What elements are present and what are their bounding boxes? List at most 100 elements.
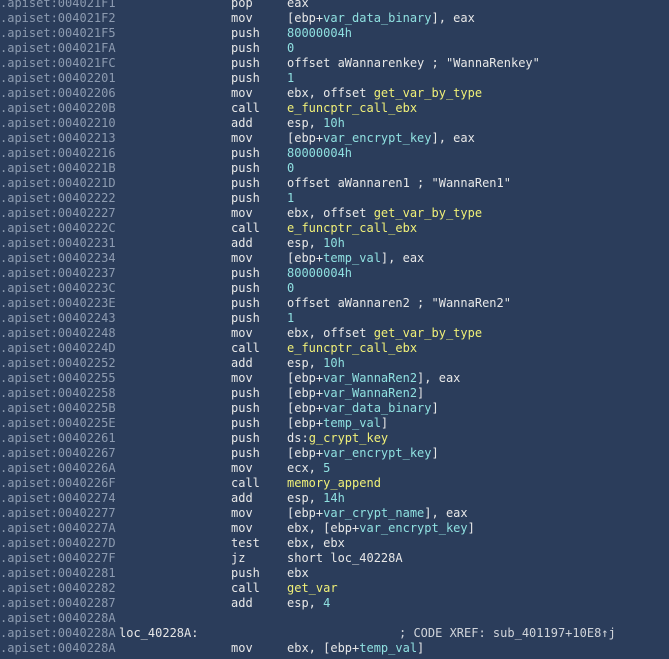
disasm-line[interactable]: .apiset:004021FA push 0 xyxy=(0,41,669,56)
variable-reference[interactable]: var_crypt_name xyxy=(323,506,424,520)
line-address[interactable]: .apiset:00402255 xyxy=(0,371,116,386)
disasm-line[interactable]: .apiset:004021F5 push 80000004h xyxy=(0,26,669,41)
instruction-mnemonic[interactable]: push xyxy=(231,161,260,176)
variable-reference[interactable]: var_data_binary xyxy=(323,11,431,25)
instruction-mnemonic[interactable]: add xyxy=(231,596,253,611)
instruction-operands[interactable]: eax xyxy=(287,0,309,11)
line-address[interactable]: .apiset:0040223C xyxy=(0,281,116,296)
instruction-operands[interactable]: e_funcptr_call_ebx xyxy=(287,101,417,116)
disasm-line[interactable]: .apiset:00402227 mov ebx, offset get_var_b… xyxy=(0,206,669,221)
disasm-line[interactable]: .apiset:00402267 push [ebp+var_encrypt_key… xyxy=(0,446,669,461)
variable-reference[interactable]: temp_val xyxy=(359,641,417,655)
instruction-mnemonic[interactable]: push xyxy=(231,41,260,56)
instruction-operands[interactable]: 80000004h xyxy=(287,26,352,41)
line-address[interactable]: .apiset:00402222 xyxy=(0,191,116,206)
instruction-operands[interactable]: esp, 4 xyxy=(287,596,330,611)
disasm-line[interactable]: .apiset:0040227F jz short loc_40228A xyxy=(0,551,669,566)
disasm-line[interactable]: .apiset:0040221B push 0 xyxy=(0,161,669,176)
xref-comment[interactable]: ; CODE XREF: sub_401197+10E8↑j xyxy=(399,626,616,641)
disasm-line[interactable]: .apiset:0040228A xyxy=(0,611,669,626)
disasm-line[interactable]: .apiset:004021FC push offset aWannarenkey … xyxy=(0,56,669,71)
variable-reference[interactable]: temp_val xyxy=(323,416,381,430)
line-address[interactable]: .apiset:004021F5 xyxy=(0,26,116,41)
instruction-mnemonic[interactable]: push xyxy=(231,566,260,581)
instruction-operands[interactable]: esp, 10h xyxy=(287,236,345,251)
instruction-operands[interactable]: ebx, [ebp+temp_val] xyxy=(287,641,424,655)
instruction-operands[interactable]: [ebp+var_data_binary] xyxy=(287,401,439,416)
line-address[interactable]: .apiset:0040221B xyxy=(0,161,116,176)
disasm-line[interactable]: .apiset:00402252 add esp, 10h xyxy=(0,356,669,371)
line-address[interactable]: .apiset:0040220B xyxy=(0,101,116,116)
instruction-operands[interactable]: [ebp+var_data_binary], eax xyxy=(287,11,475,26)
instruction-operands[interactable]: esp, 14h xyxy=(287,491,345,506)
function-reference[interactable]: e_funcptr_call_ebx xyxy=(287,341,417,355)
instruction-mnemonic[interactable]: call xyxy=(231,581,260,596)
disasm-line[interactable]: .apiset:00402234 mov [ebp+temp_val], eax xyxy=(0,251,669,266)
disasm-line[interactable]: .apiset:00402210 add esp, 10h xyxy=(0,116,669,131)
instruction-mnemonic[interactable]: mov xyxy=(231,206,253,221)
line-address[interactable]: .apiset:0040222C xyxy=(0,221,116,236)
line-address[interactable]: .apiset:00402287 xyxy=(0,596,116,611)
instruction-mnemonic[interactable]: push xyxy=(231,56,260,71)
line-address[interactable]: .apiset:0040228A xyxy=(0,611,116,626)
disasm-line[interactable]: .apiset:0040228A mov ebx, [ebp+temp_val] xyxy=(0,641,669,655)
instruction-operands[interactable]: ebx, ebx xyxy=(287,536,345,551)
instruction-mnemonic[interactable]: mov xyxy=(231,641,253,655)
instruction-operands[interactable]: get_var xyxy=(287,581,338,596)
disasm-line[interactable]: .apiset:00402213 mov [ebp+var_encrypt_key]… xyxy=(0,131,669,146)
instruction-operands[interactable]: offset aWannarenkey ; "WannaRenkey" xyxy=(287,56,540,71)
instruction-mnemonic[interactable]: push xyxy=(231,71,260,86)
line-address[interactable]: .apiset:00402216 xyxy=(0,146,116,161)
instruction-mnemonic[interactable]: push xyxy=(231,431,260,446)
disasm-line[interactable]: .apiset:0040224D call e_funcptr_call_ebx xyxy=(0,341,669,356)
disasm-line[interactable]: .apiset:00402282 call get_var xyxy=(0,581,669,596)
instruction-mnemonic[interactable]: push xyxy=(231,281,260,296)
disasm-line[interactable]: .apiset:0040228A loc_40228A: ; CODE XREF: … xyxy=(0,626,669,641)
disasm-line[interactable]: .apiset:00402206 mov ebx, offset get_var_b… xyxy=(0,86,669,101)
line-address[interactable]: .apiset:0040228A xyxy=(0,641,116,655)
disasm-line[interactable]: .apiset:00402261 push ds:g_crypt_key xyxy=(0,431,669,446)
instruction-operands[interactable]: 0 xyxy=(287,41,294,56)
function-reference[interactable]: get_var_by_type xyxy=(374,326,482,340)
instruction-operands[interactable]: [ebp+var_WannaRen2], eax xyxy=(287,371,460,386)
line-address[interactable]: .apiset:00402206 xyxy=(0,86,116,101)
disasm-line[interactable]: .apiset:0040223C push 0 xyxy=(0,281,669,296)
disasm-line[interactable]: .apiset:00402255 mov [ebp+var_WannaRen2], … xyxy=(0,371,669,386)
instruction-mnemonic[interactable]: mov xyxy=(231,521,253,536)
line-address[interactable]: .apiset:0040225E xyxy=(0,416,116,431)
line-address[interactable]: .apiset:0040221D xyxy=(0,176,116,191)
instruction-operands[interactable]: 80000004h xyxy=(287,266,352,281)
instruction-mnemonic[interactable]: push xyxy=(231,296,260,311)
instruction-mnemonic[interactable]: pop xyxy=(231,0,253,11)
instruction-mnemonic[interactable]: call xyxy=(231,221,260,236)
disasm-line[interactable]: .apiset:0040227D test ebx, ebx xyxy=(0,536,669,551)
instruction-operands[interactable]: ebx xyxy=(287,566,309,581)
disasm-line[interactable]: .apiset:0040226A mov ecx, 5 xyxy=(0,461,669,476)
instruction-mnemonic[interactable]: mov xyxy=(231,506,253,521)
instruction-operands[interactable]: [ebp+var_WannaRen2] xyxy=(287,386,424,401)
instruction-operands[interactable]: [ebp+temp_val] xyxy=(287,416,388,431)
line-address[interactable]: .apiset:00402277 xyxy=(0,506,116,521)
disasm-line[interactable]: .apiset:004021F2 mov [ebp+var_data_binary]… xyxy=(0,11,669,26)
instruction-operands[interactable]: 1 xyxy=(287,311,294,326)
instruction-operands[interactable]: esp, 10h xyxy=(287,356,345,371)
disasm-line[interactable]: .apiset:00402277 mov [ebp+var_crypt_name],… xyxy=(0,506,669,521)
line-address[interactable]: .apiset:00402267 xyxy=(0,446,116,461)
instruction-operands[interactable]: memory_append xyxy=(287,476,381,491)
instruction-mnemonic[interactable]: mov xyxy=(231,11,253,26)
instruction-operands[interactable]: ecx, 5 xyxy=(287,461,330,476)
function-reference[interactable]: e_funcptr_call_ebx xyxy=(287,101,417,115)
line-address[interactable]: .apiset:00402261 xyxy=(0,431,116,446)
line-address[interactable]: .apiset:0040227D xyxy=(0,536,116,551)
disasm-line[interactable]: .apiset:0040225E push [ebp+temp_val] xyxy=(0,416,669,431)
instruction-operands[interactable]: ebx, offset get_var_by_type xyxy=(287,86,482,101)
code-label[interactable]: loc_40228A: xyxy=(119,626,198,641)
disasm-line[interactable]: .apiset:0040220B call e_funcptr_call_ebx xyxy=(0,101,669,116)
line-address[interactable]: .apiset:0040225B xyxy=(0,401,116,416)
instruction-mnemonic[interactable]: add xyxy=(231,491,253,506)
disasm-line[interactable]: .apiset:0040221D push offset aWannaren1 ; … xyxy=(0,176,669,191)
disasm-line[interactable]: .apiset:0040225B push [ebp+var_data_binary… xyxy=(0,401,669,416)
disasm-line[interactable]: .apiset:00402201 push 1 xyxy=(0,71,669,86)
instruction-mnemonic[interactable]: push xyxy=(231,191,260,206)
line-address[interactable]: .apiset:00402282 xyxy=(0,581,116,596)
